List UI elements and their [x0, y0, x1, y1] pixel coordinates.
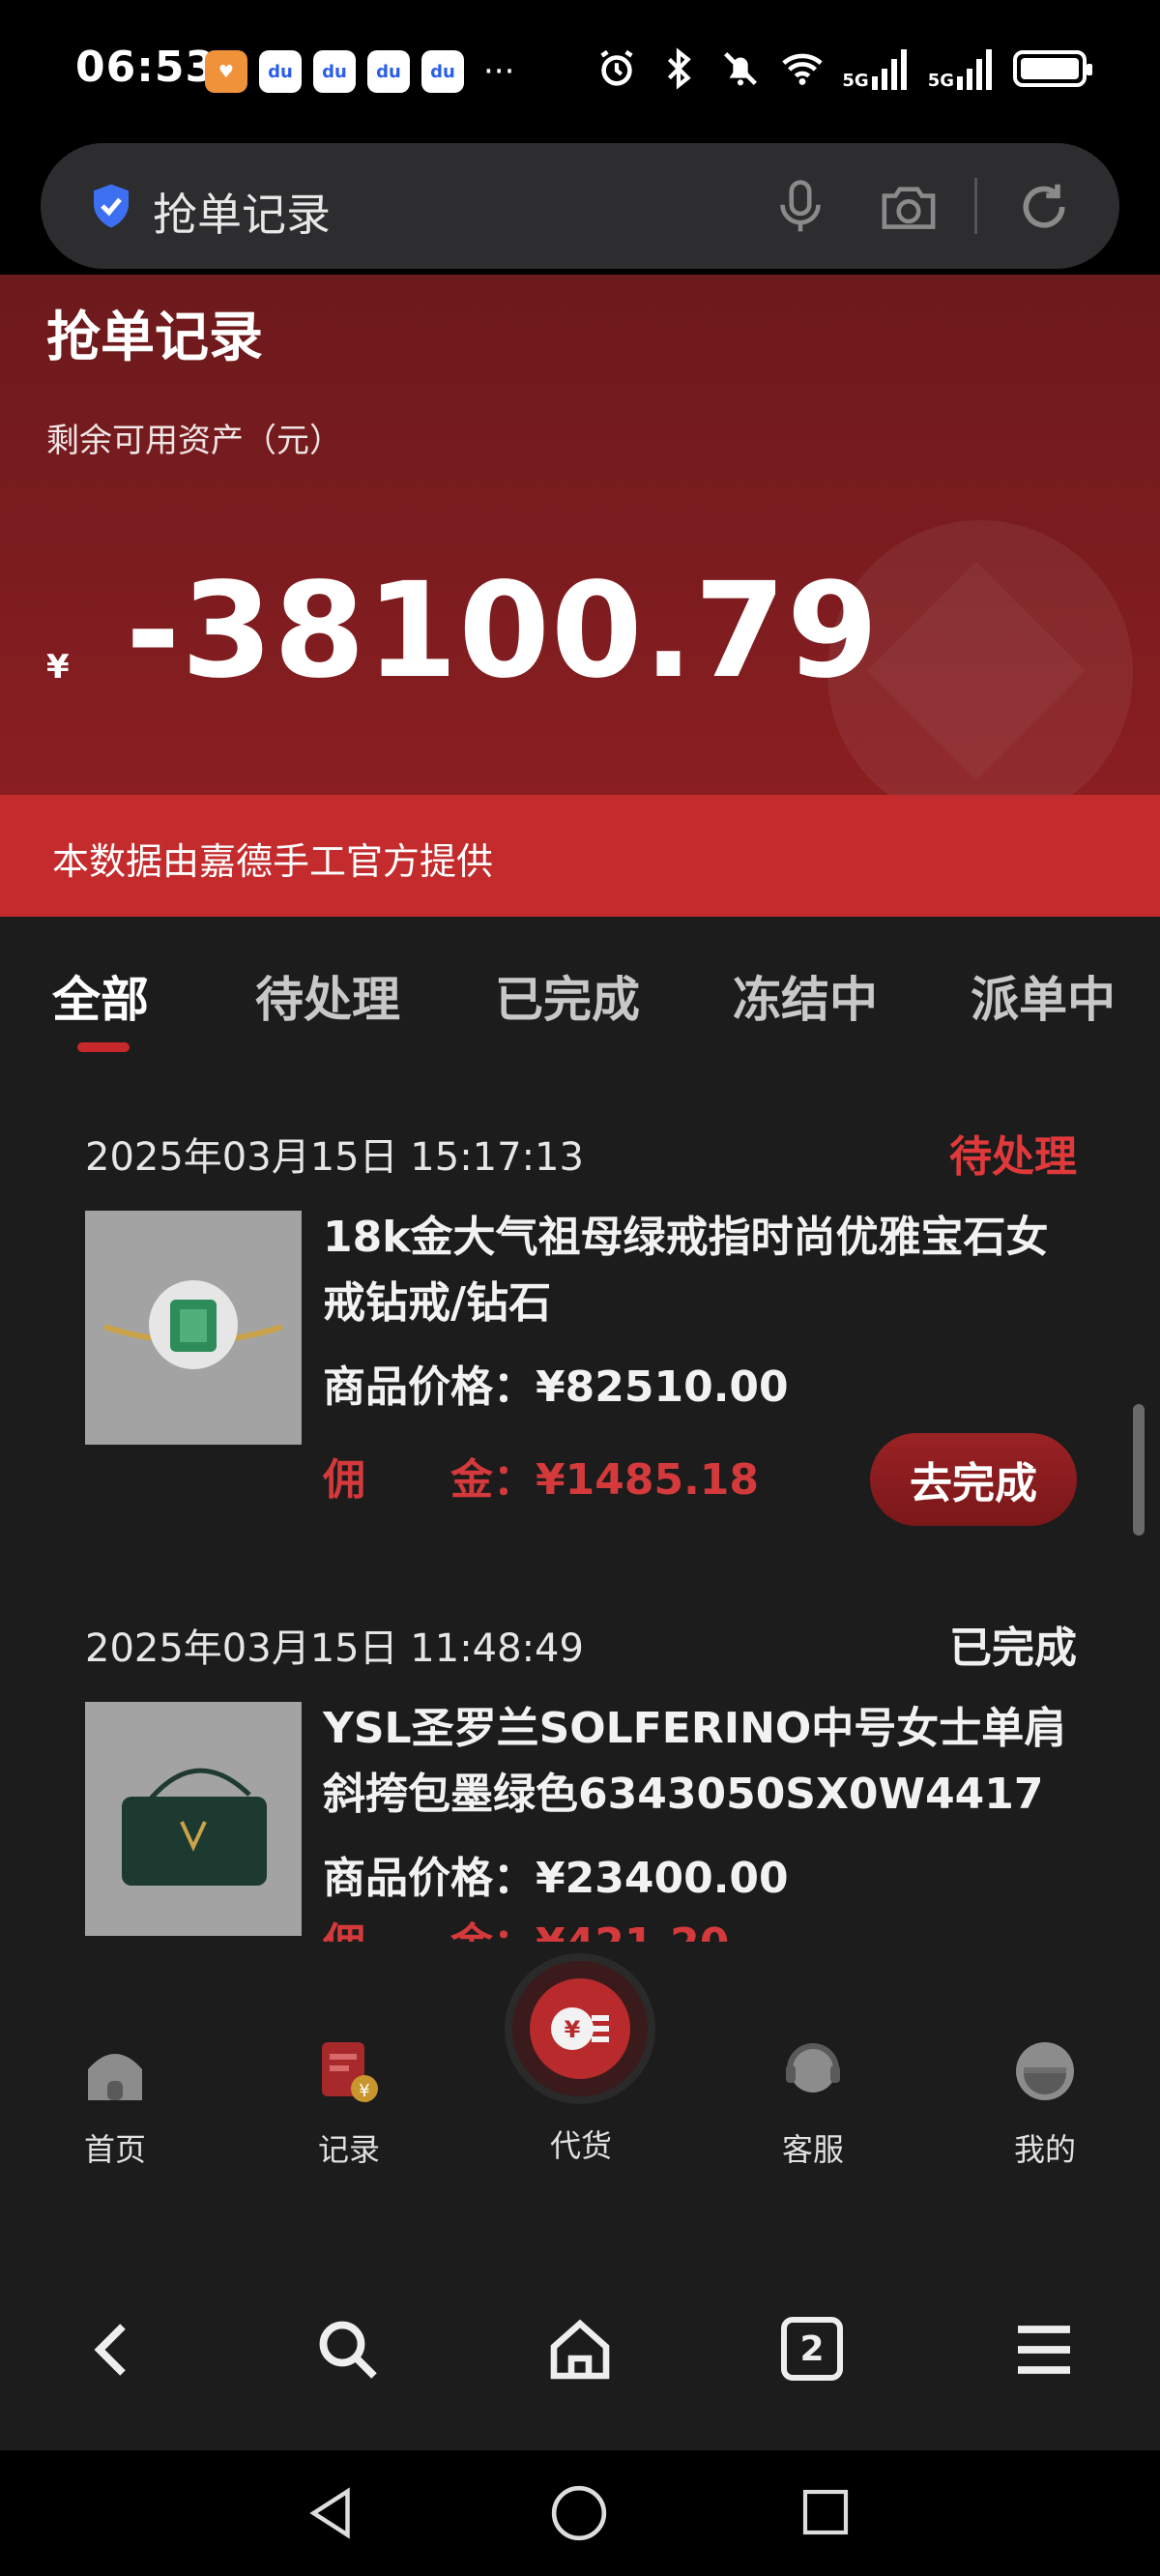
price-label: 商品价格：	[323, 1362, 536, 1412]
page-title: 抢单记录	[46, 307, 263, 369]
active-tab-indicator	[77, 1042, 130, 1052]
app-notification-icon: ♥	[205, 50, 247, 93]
nav-label: 我的	[1013, 2131, 1076, 2168]
shield-icon	[94, 184, 129, 228]
home-icon[interactable]	[545, 2315, 615, 2385]
commission: 佣 金：¥1485.18	[323, 1445, 759, 1507]
commission-label-a: 佣	[323, 1455, 365, 1505]
tab-frozen[interactable]: 冻结中	[733, 961, 878, 1031]
more-notifications-icon: ···	[483, 52, 515, 91]
tab-dispatching[interactable]: 派单中	[971, 961, 1116, 1031]
balance-amount: -38100.79	[126, 555, 880, 708]
product-name: YSL圣罗兰SOLFERINO中号女士单肩斜挎包墨绿色6343050SX0W44…	[323, 1704, 1067, 1819]
commission-label-b: 金：	[450, 1455, 536, 1505]
tab-all[interactable]: 全部	[52, 961, 149, 1031]
back-icon[interactable]	[79, 2315, 149, 2385]
nav-label: 首页	[83, 2131, 146, 2168]
commission-value: ¥1485.18	[536, 1455, 760, 1505]
commission-label-b: 金：	[450, 1919, 536, 1942]
microphone-icon[interactable]	[773, 178, 827, 236]
commission-label-a: 佣	[323, 1919, 365, 1942]
battery-icon	[1013, 50, 1092, 87]
balance-label: 剩余可用资产（元）	[46, 422, 342, 460]
status-time: 06:53	[75, 43, 217, 92]
order-status: 已完成	[949, 1624, 1077, 1673]
nav-records[interactable]: ¥ 记录	[276, 1942, 421, 2170]
mute-icon	[724, 52, 758, 86]
refresh-icon[interactable]	[1017, 180, 1071, 234]
baidu-app-icon: du	[367, 50, 410, 93]
price-value: ¥23400.00	[536, 1854, 789, 1903]
address-title[interactable]: 抢单记录	[153, 180, 331, 244]
record-icon: ¥	[322, 2042, 378, 2102]
product-price: 商品价格：¥23400.00	[323, 1843, 789, 1905]
address-divider	[974, 178, 977, 234]
nav-label: 代货	[549, 2127, 612, 2164]
notice-text: 本数据由嘉德手工官方提供	[52, 840, 494, 883]
svg-text:¥: ¥	[359, 2081, 369, 2101]
goods-icon: ¥	[530, 1978, 630, 2079]
system-nav-bar	[0, 2450, 1160, 2576]
baidu-app-icon: du	[259, 50, 302, 93]
tab-pending[interactable]: 待处理	[255, 961, 400, 1031]
order-datetime: 2025年03月15日 11:48:49	[85, 1626, 584, 1671]
tab-count-button[interactable]: 2	[781, 2317, 843, 2381]
product-name: 18k金大气祖母绿戒指时尚优雅宝石女戒钻戒/钻石	[323, 1213, 1049, 1328]
nav-label: 客服	[781, 2131, 844, 2168]
recents-square-icon[interactable]	[798, 2485, 853, 2539]
product-image	[85, 1702, 302, 1936]
profile-icon	[1016, 2042, 1074, 2100]
nav-label: 记录	[317, 2131, 380, 2168]
data-source-notice: 本数据由嘉德手工官方提供	[0, 795, 1160, 917]
emerald-ring-image	[85, 1211, 302, 1445]
camera-icon[interactable]	[878, 180, 940, 234]
signal-icon	[871, 49, 907, 90]
home-circle-icon[interactable]	[549, 2483, 609, 2543]
home-icon	[88, 2054, 142, 2100]
commission: 佣 金：¥421.20	[323, 1909, 729, 1942]
order-list: 2025年03月15日 15:17:13 待处理 18k金大气祖母绿戒指时尚优雅…	[0, 1062, 1160, 1942]
order-status: 待处理	[949, 1132, 1077, 1182]
svg-text:¥: ¥	[565, 2016, 581, 2043]
goods-glyph: ¥	[551, 2007, 609, 2050]
address-bar[interactable]: 抢单记录	[41, 143, 1119, 269]
currency-symbol: ¥	[46, 648, 70, 687]
bluetooth-icon	[668, 47, 692, 90]
notification-icons: ♥ du du du du ···	[205, 50, 514, 93]
product-image	[85, 1211, 302, 1445]
menu-icon[interactable]	[1009, 2315, 1079, 2385]
baidu-app-icon: du	[421, 50, 464, 93]
nav-service[interactable]: 客服	[740, 1942, 885, 2170]
wifi-icon	[782, 53, 824, 85]
product-price: 商品价格：¥82510.00	[323, 1352, 789, 1414]
order-datetime: 2025年03月15日 15:17:13	[85, 1135, 584, 1180]
baidu-app-icon: du	[313, 50, 356, 93]
status-bar: 06:53 ♥ du du du du ··· 5G 5G	[0, 0, 1160, 135]
nav-home[interactable]: 首页	[43, 1942, 188, 2170]
service-icon	[786, 2043, 840, 2093]
alarm-icon	[600, 49, 633, 86]
scrollbar-thumb[interactable]	[1133, 1404, 1145, 1536]
system-status-icons: 5G 5G	[594, 46, 1092, 91]
price-label: 商品价格：	[323, 1854, 536, 1903]
signal-1: 5G	[842, 47, 910, 90]
center-goods-button[interactable]: ¥	[505, 1953, 655, 2104]
nav-profile[interactable]: 我的	[972, 1942, 1117, 2170]
price-value: ¥82510.00	[536, 1362, 789, 1412]
signal-2: 5G	[928, 47, 996, 90]
search-icon[interactable]	[313, 2315, 383, 2385]
signal-icon	[957, 49, 992, 90]
filter-tabs: 全部 待处理 已完成 冻结中 派单中	[0, 917, 1160, 1062]
tab-completed[interactable]: 已完成	[495, 961, 640, 1031]
complete-button[interactable]: 去完成	[870, 1433, 1077, 1526]
balance-header: 抢单记录 剩余可用资产（元） ¥ -38100.79	[0, 275, 1160, 795]
handbag-image	[85, 1702, 302, 1936]
commission-value: ¥421.20	[536, 1919, 729, 1942]
browser-toolbar: 2	[0, 2247, 1160, 2450]
back-triangle-icon[interactable]	[302, 2483, 360, 2543]
